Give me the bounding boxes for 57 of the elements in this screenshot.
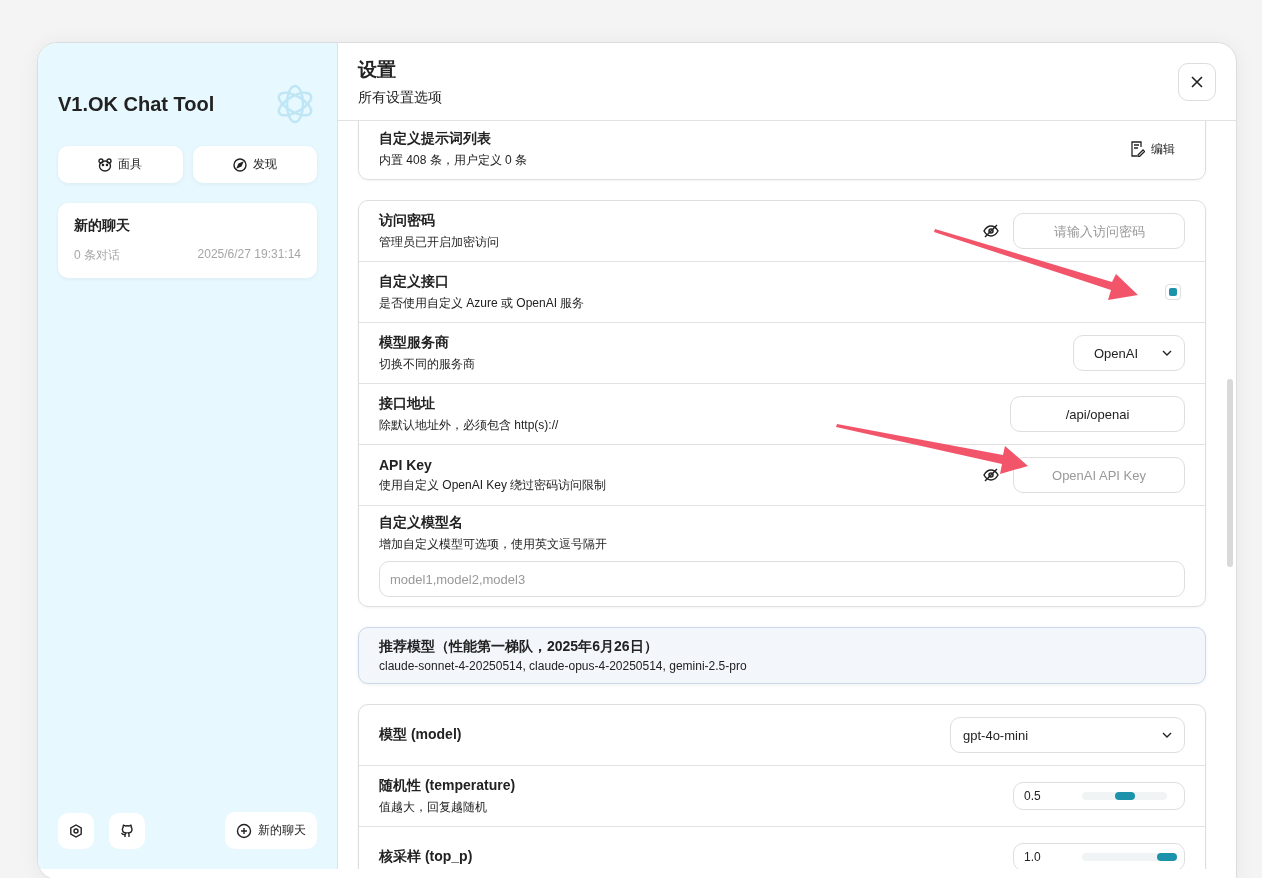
- new-chat-button[interactable]: 新的聊天: [225, 812, 317, 849]
- eye-slash-icon[interactable]: [983, 224, 999, 238]
- edit-button[interactable]: 编辑: [1121, 134, 1185, 164]
- model-names-field[interactable]: model1,model2,model3: [379, 561, 1185, 597]
- setting-title: 核采样 (top_p): [379, 848, 473, 866]
- url-field[interactable]: /api/openai: [1010, 396, 1185, 432]
- bear-face-icon: [98, 157, 113, 172]
- notice-title: 推荐模型（性能第一梯队，2025年6月26日）: [379, 638, 659, 656]
- edit-document-icon: [1131, 141, 1145, 157]
- setting-description: 除默认地址外，必须包含 http(s)://: [379, 416, 559, 434]
- cat-silhouette-icon: [120, 823, 134, 838]
- setting-title: 自定义提示词列表: [379, 129, 492, 148]
- setting-description: 内置 408 条，用户定义 0 条: [379, 151, 528, 169]
- settings-icon: [69, 823, 83, 838]
- plus-circle-icon: [236, 822, 252, 839]
- setting-description: 使用自定义 OpenAI Key 绕过密码访问限制: [379, 476, 607, 494]
- close-icon: [1190, 74, 1204, 89]
- setting-title: 访问密码: [379, 211, 436, 230]
- setting-description: 切换不同的服务商: [379, 355, 475, 373]
- slider-thumb[interactable]: [1114, 792, 1135, 800]
- settings-title: 设置: [358, 57, 397, 82]
- chat-item[interactable]: 新的聊天 0 条对话 2025/6/27 19:31:14: [58, 203, 317, 278]
- slider-value: 1.0: [1024, 850, 1042, 864]
- setting-title: 自定义接口: [379, 272, 450, 291]
- setting-description: 增加自定义模型可选项，使用英文逗号隔开: [379, 536, 608, 553]
- chat-title: 新的聊天: [74, 217, 131, 235]
- provider-select[interactable]: OpenAI: [1072, 335, 1185, 371]
- setting-title: API Key: [379, 456, 433, 473]
- setting-description: 管理员已开启加密访问: [379, 233, 499, 251]
- password-field[interactable]: OpenAI API Key: [1013, 457, 1185, 493]
- chevron-down-icon: [1162, 732, 1172, 738]
- slider-value: 0.5: [1024, 789, 1042, 803]
- slider-thumb[interactable]: [1157, 853, 1177, 861]
- eye-slash-icon[interactable]: [983, 468, 999, 482]
- model-select[interactable]: gpt-4o-mini: [950, 717, 1185, 753]
- sidebar-button[interactable]: 面具: [58, 146, 183, 183]
- setting-title: 模型服务商: [379, 333, 450, 352]
- notice-text: claude-sonnet-4-20250514, claude-opus-4-20250514, gemini-2.5-pro: [379, 659, 748, 673]
- checkbox[interactable]: [1165, 284, 1181, 300]
- close-button[interactable]: [1178, 62, 1216, 101]
- chat-time: 2025/6/27 19:31:14: [197, 247, 301, 263]
- password-field[interactable]: 请输入访问密码: [1013, 213, 1185, 249]
- setting-title: 随机性 (temperature): [379, 776, 516, 795]
- chevron-down-icon: [1162, 350, 1172, 356]
- scrollbar-thumb[interactable]: [1227, 379, 1233, 567]
- setting-description: 值越大，回复越随机: [379, 798, 488, 816]
- setting-description: 是否使用自定义 Azure 或 OpenAI 服务: [379, 294, 585, 312]
- compass-icon: [232, 157, 247, 172]
- setting-title: 模型 (model): [379, 726, 462, 744]
- app-title: V1.OK Chat Tool: [58, 92, 215, 116]
- message-count: 0 条对话: [74, 247, 120, 264]
- setting-title: 自定义模型名: [379, 514, 464, 532]
- settings-button[interactable]: [58, 812, 94, 849]
- github-button[interactable]: [109, 812, 145, 849]
- sidebar-button[interactable]: 发现: [192, 146, 317, 183]
- setting-title: 接口地址: [379, 394, 436, 413]
- settings-subtitle: 所有设置选项: [358, 88, 442, 107]
